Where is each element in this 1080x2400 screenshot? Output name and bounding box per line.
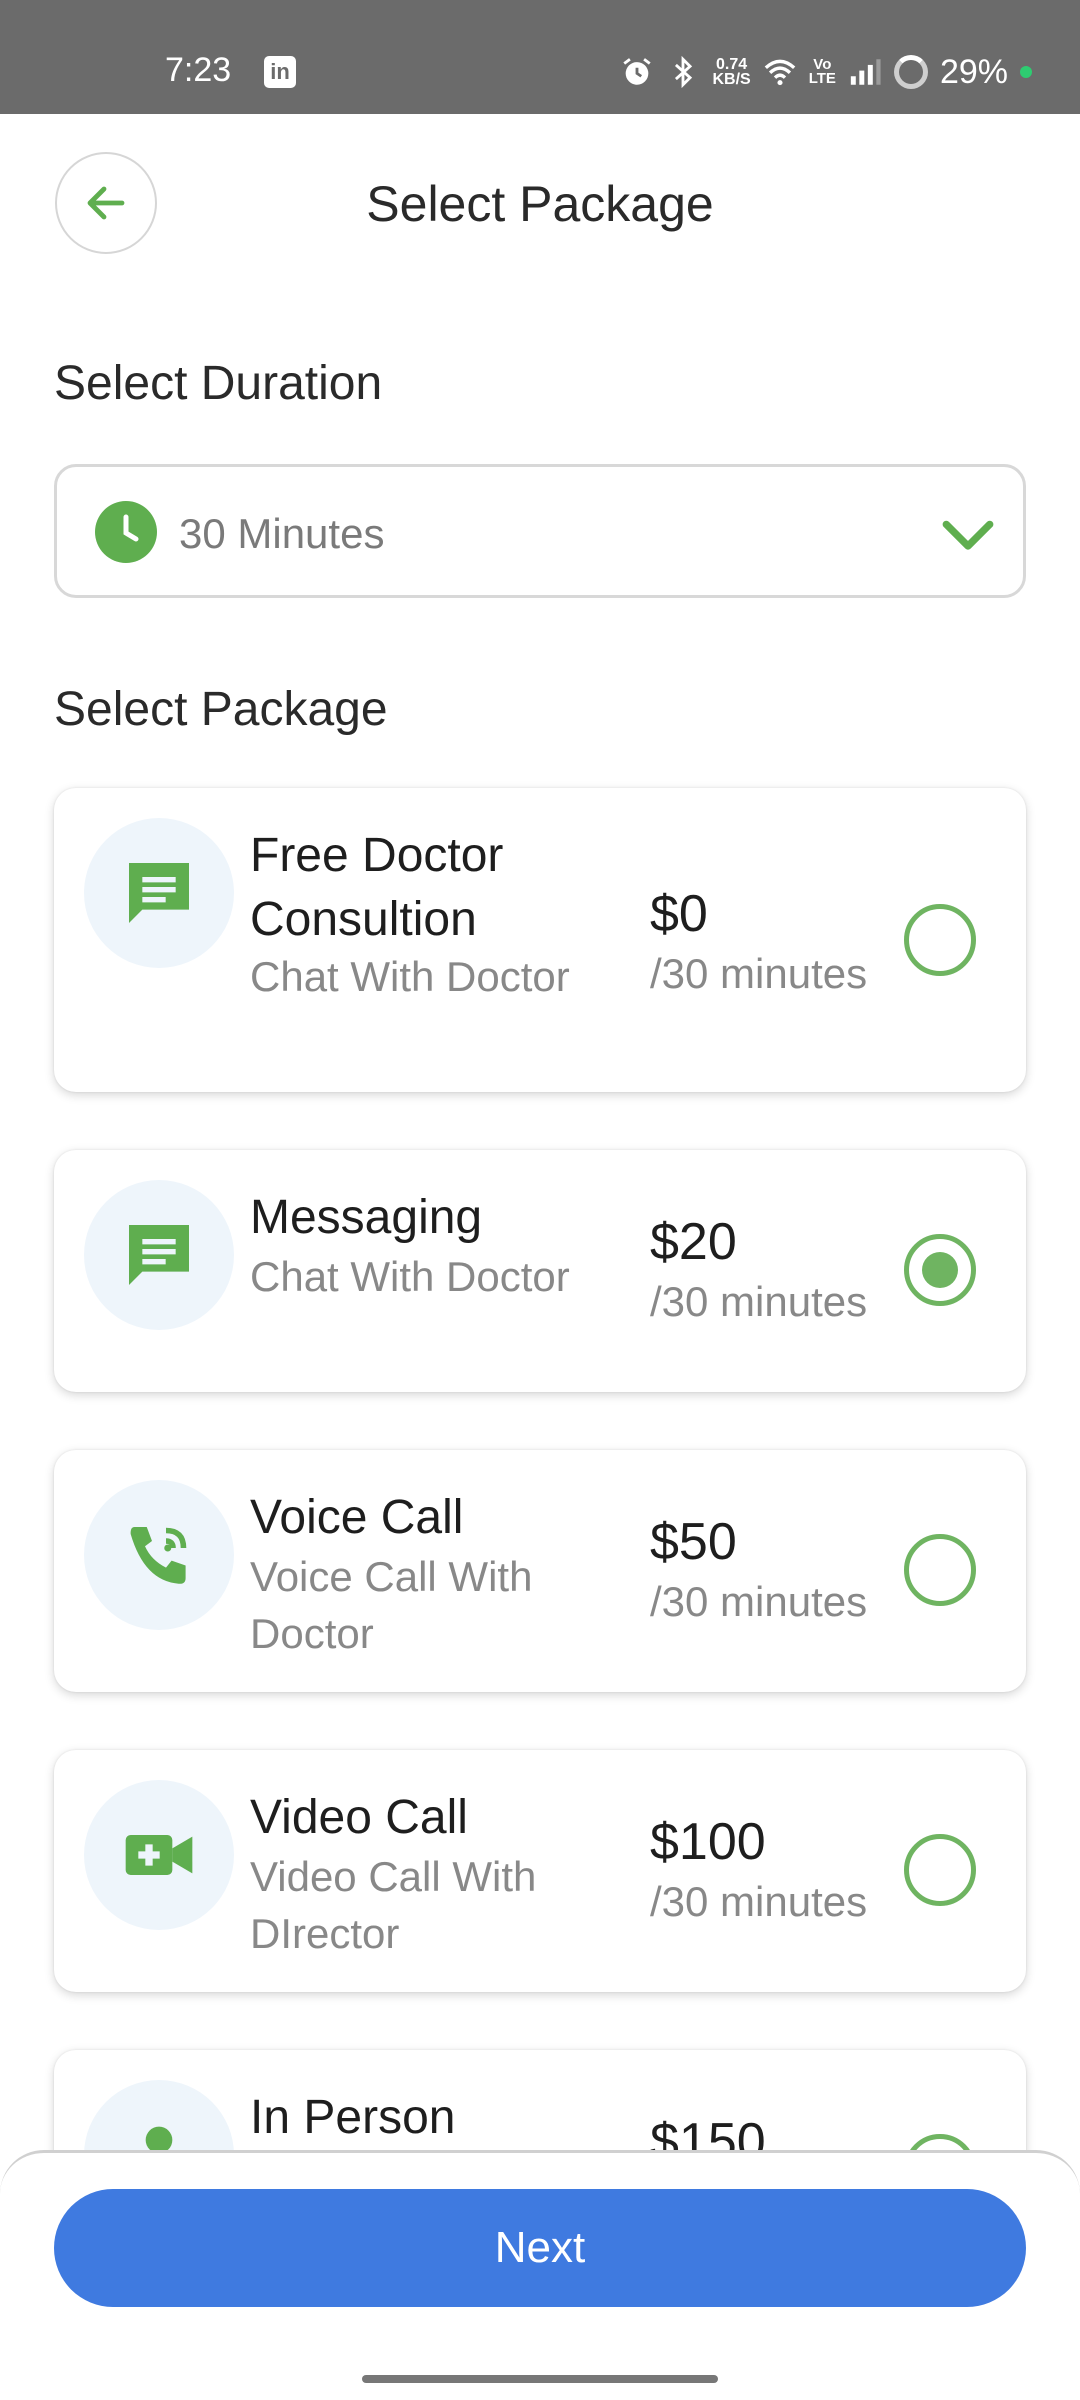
package-card-video-call[interactable]: Video Call Video Call With DIrector $100… [54, 1750, 1026, 1992]
status-bar: 7:23 in 0.74 KB/S Vo LTE 29% [0, 0, 1080, 114]
battery-percent: 29% [939, 53, 1008, 91]
duration-dropdown[interactable]: 30 Minutes [54, 464, 1026, 598]
clock-icon [95, 501, 157, 563]
bluetooth-icon [675, 55, 693, 89]
bottom-action-bar: Next [0, 2150, 1080, 2400]
signal-icon [850, 59, 881, 85]
duration-selected-value: 30 Minutes [179, 510, 385, 557]
status-icons: 0.74 KB/S Vo LTE 29% [620, 50, 1032, 94]
package-radio-selected[interactable] [904, 1234, 976, 1306]
volte-indicator: Vo LTE [808, 57, 836, 87]
privacy-indicator-dot [1020, 66, 1032, 78]
battery-icon [893, 55, 928, 89]
video-call-icon [84, 1780, 234, 1930]
net-speed-value: 0.74 [716, 56, 748, 73]
package-description: Voice Call With Doctor [250, 1553, 533, 1657]
phone-call-icon [84, 1480, 234, 1630]
package-name: Voice Call [250, 1491, 464, 1544]
package-radio[interactable] [904, 1834, 976, 1906]
chat-icon [84, 818, 234, 968]
package-price: $20 [650, 1213, 737, 1271]
package-list: Free Doctor Consultion Chat With Doctor … [54, 788, 1026, 2350]
package-name: Video Call [250, 1791, 468, 1844]
chevron-down-icon [942, 520, 994, 550]
home-indicator[interactable] [362, 2375, 718, 2383]
package-radio[interactable] [904, 904, 976, 976]
alarm-icon [623, 58, 652, 85]
linkedin-notification-icon: in [264, 56, 296, 88]
volte-line2: LTE [808, 70, 836, 87]
package-name: Messaging [250, 1191, 483, 1244]
duration-section-title: Select Duration [54, 357, 383, 410]
page-title: Select Package [366, 176, 714, 232]
package-description: Video Call With DIrector [250, 1853, 537, 1957]
package-price-period: /30 minutes [650, 1278, 868, 1325]
status-time: 7:23 [165, 51, 232, 89]
package-description: Chat With Doctor [250, 1253, 570, 1300]
net-speed: 0.74 KB/S [712, 56, 751, 88]
package-name: In Person [250, 2091, 456, 2144]
wifi-icon [764, 59, 796, 86]
package-description: Chat With Doctor [250, 953, 570, 1000]
package-card-voice-call[interactable]: Voice Call Voice Call With Doctor $50 /3… [54, 1450, 1026, 1692]
package-price-period: /30 minutes [650, 1878, 868, 1925]
package-name: Free Doctor Consultion [250, 829, 504, 946]
package-card-messaging[interactable]: Messaging Chat With Doctor $20 /30 minut… [54, 1150, 1026, 1392]
package-radio[interactable] [904, 1534, 976, 1606]
package-price: $0 [650, 885, 708, 943]
package-price-period: /30 minutes [650, 1578, 868, 1625]
chat-icon [84, 1180, 234, 1330]
package-section-title: Select Package [54, 683, 388, 736]
package-price: $100 [650, 1813, 766, 1871]
net-speed-unit: KB/S [712, 71, 751, 88]
package-price-period: /30 minutes [650, 950, 868, 997]
package-card-free-consultation[interactable]: Free Doctor Consultion Chat With Doctor … [54, 788, 1026, 1092]
package-price: $50 [650, 1513, 737, 1571]
next-button[interactable]: Next [54, 2189, 1026, 2307]
